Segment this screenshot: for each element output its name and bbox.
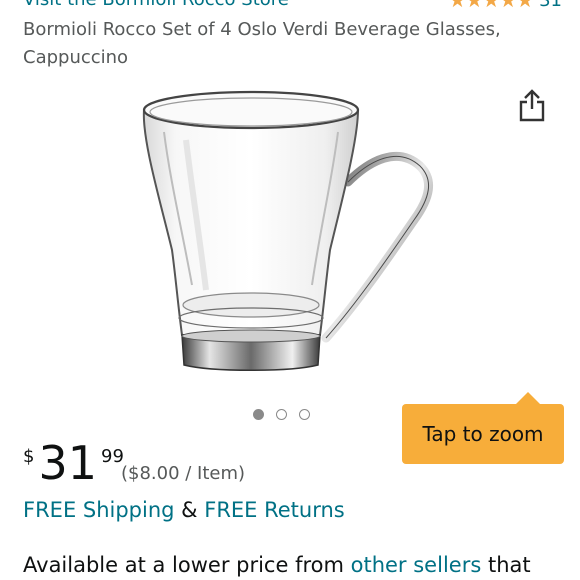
store-link[interactable]: Visit the Bormioli Rocco Store	[23, 0, 289, 10]
price-currency-symbol: $	[23, 446, 35, 467]
rating-stars: ★★★★★	[448, 0, 534, 12]
image-carousel-dots[interactable]	[253, 409, 310, 420]
availability-info: Available at a lower price from other se…	[23, 553, 531, 577]
rating-count[interactable]: 31	[539, 0, 562, 11]
shipping-info: FREE Shipping & FREE Returns	[23, 498, 345, 522]
glass-mug-image	[142, 90, 434, 371]
rating[interactable]: ★★★★★ 31	[448, 0, 562, 12]
product-title: Bormioli Rocco Set of 4 Oslo Verdi Bever…	[23, 19, 501, 68]
carousel-dot-2[interactable]	[276, 409, 287, 420]
availability-prefix: Available at a lower price from	[23, 553, 351, 577]
carousel-dot-3[interactable]	[299, 409, 310, 420]
carousel-dot-1[interactable]	[253, 409, 264, 420]
product-image[interactable]	[130, 80, 450, 380]
free-returns-link[interactable]: FREE Returns	[204, 498, 345, 522]
shipping-ampersand: &	[174, 498, 205, 522]
product-page: Visit the Bormioli Rocco Store ★★★★★ 31 …	[0, 0, 580, 580]
unit-price: ($8.00 / Item)	[121, 463, 246, 484]
other-sellers-link[interactable]: other sellers	[351, 553, 482, 577]
availability-suffix: that	[481, 553, 531, 577]
share-button[interactable]	[516, 87, 548, 123]
share-icon	[519, 89, 545, 122]
tap-to-zoom-tooltip[interactable]: Tap to zoom	[402, 392, 564, 464]
price: $ 31 99	[23, 440, 124, 486]
free-shipping-link[interactable]: FREE Shipping	[23, 498, 175, 522]
price-whole: 31	[38, 436, 97, 490]
